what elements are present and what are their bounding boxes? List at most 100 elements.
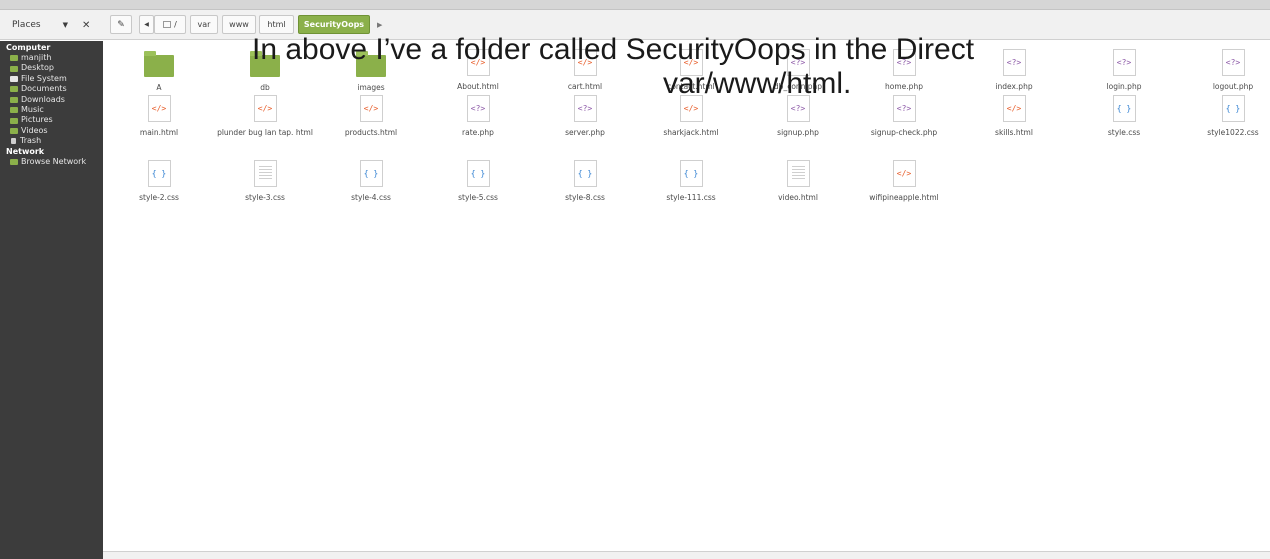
file-item[interactable]: { } style.css	[1069, 95, 1179, 137]
folder-item[interactable]: A	[104, 49, 214, 92]
file-name: style-8.css	[565, 193, 605, 202]
sidebar-item-manjith[interactable]: manjith	[0, 53, 103, 63]
file-type-glyph: <?>	[1006, 58, 1022, 67]
file-item[interactable]: { } style-8.css	[530, 160, 640, 202]
folder-icon	[10, 65, 18, 72]
sidebar-heading-network: Network	[6, 146, 45, 156]
file-name: index.php	[995, 82, 1033, 91]
file-type-glyph: { }	[1225, 104, 1241, 113]
drive-icon	[10, 75, 18, 82]
file-name: login.php	[1106, 82, 1142, 91]
breadcrumb-securityoops[interactable]: SecurityOops	[298, 15, 370, 34]
file-name: style.css	[1107, 128, 1141, 137]
sidebar-item-label: Documents	[21, 84, 67, 94]
file-type-glyph: </>	[257, 104, 273, 113]
sidebar-item-desktop[interactable]: Desktop	[0, 63, 103, 73]
file-type-glyph: { }	[1116, 104, 1132, 113]
php-file-icon: <?>	[573, 95, 597, 122]
file-item[interactable]: { } style-111.css	[636, 160, 746, 202]
file-item[interactable]: </> plunder bug lan tap. html	[210, 95, 320, 137]
sidebar-item-trash[interactable]: Trash	[0, 136, 103, 146]
file-name: home.php	[885, 82, 923, 91]
file-item[interactable]: </> skills.html	[959, 95, 1069, 137]
file-item[interactable]: style-3.css	[210, 160, 320, 202]
file-item[interactable]: <?> index.php	[959, 49, 1069, 91]
folder-icon	[10, 86, 18, 93]
file-item[interactable]: video.html	[743, 160, 853, 202]
file-name: main.html	[139, 128, 179, 137]
breadcrumb-label: SecurityOops	[303, 20, 365, 29]
sidebar-item-pictures[interactable]: Pictures	[0, 115, 103, 125]
sidebar-item-file-system[interactable]: File System	[0, 74, 103, 84]
html-file-icon: </>	[1002, 95, 1026, 122]
file-name: cart.html	[567, 82, 603, 91]
file-type-glyph: </>	[151, 104, 167, 113]
file-name: A	[156, 83, 162, 92]
file-name: style-3.css	[245, 193, 285, 202]
file-item[interactable]: <?> login.php	[1069, 49, 1179, 91]
sidebar: Computer manjith Desktop File System Doc…	[0, 41, 103, 559]
drive-icon	[163, 21, 172, 28]
file-item[interactable]: <?> logout.php	[1178, 49, 1270, 91]
document-icon	[253, 160, 277, 187]
file-name: signup.php	[777, 128, 819, 137]
file-type-glyph: </>	[1006, 104, 1022, 113]
breadcrumb-root[interactable]: /	[154, 15, 186, 34]
file-type-glyph: </>	[896, 169, 912, 178]
sidebar-item-downloads[interactable]: Downloads	[0, 95, 103, 105]
file-name: video.html	[778, 193, 818, 202]
file-type-glyph: { }	[470, 169, 486, 178]
sidebar-item-label: Browse Network	[21, 156, 87, 166]
chevron-right-icon[interactable]: ▶	[377, 15, 382, 34]
file-grid: Adb images </> About.html </> cart.html </> con…	[103, 41, 1270, 551]
folder-icon	[10, 55, 18, 62]
file-item[interactable]: </> main.html	[104, 95, 214, 137]
file-item[interactable]: </> sharkjack.html	[636, 95, 746, 137]
file-type-glyph: { }	[683, 169, 699, 178]
file-name: style-2.css	[139, 193, 179, 202]
sidebar-heading-computer: Computer	[6, 43, 51, 52]
css-file-icon: { }	[679, 160, 703, 187]
chevron-down-icon[interactable]: ▼	[63, 21, 68, 29]
sidebar-item-browse-network[interactable]: Browse Network	[0, 157, 103, 167]
edit-location-button[interactable]: ✎	[110, 15, 132, 34]
file-item[interactable]: <?> server.php	[530, 95, 640, 137]
back-button[interactable]: ◀	[139, 15, 154, 34]
file-name: signup-check.php	[870, 128, 938, 137]
sidebar-item-label: Videos	[21, 125, 48, 135]
file-type-glyph: <?>	[1116, 58, 1132, 67]
file-type-glyph: </>	[683, 104, 699, 113]
file-item[interactable]: </> wifipineapple.html	[849, 160, 959, 202]
file-name: About.html	[457, 82, 499, 91]
file-type-glyph: <?>	[790, 104, 806, 113]
caption-line-1: In above I’ve a folder called SecurityOo…	[252, 33, 975, 66]
file-item[interactable]: <?> signup-check.php	[849, 95, 959, 137]
close-icon[interactable]: ✕	[82, 20, 90, 31]
file-item[interactable]: { } style-4.css	[316, 160, 426, 202]
file-name: style-5.css	[458, 193, 498, 202]
breadcrumb-var[interactable]: var	[190, 15, 218, 34]
breadcrumb-label: www	[229, 20, 249, 29]
places-label: Places	[12, 20, 41, 30]
css-file-icon: { }	[147, 160, 171, 187]
file-name: style-111.css	[666, 193, 716, 202]
file-item[interactable]: { } style-5.css	[423, 160, 533, 202]
file-item[interactable]: { } style1022.css	[1178, 95, 1270, 137]
chevron-left-icon: ◀	[144, 21, 149, 28]
folder-icon	[10, 107, 18, 114]
sidebar-item-label: Trash	[20, 136, 42, 146]
file-item[interactable]: { } style-2.css	[104, 160, 214, 202]
file-name: sharkjack.html	[663, 128, 719, 137]
sidebar-item-documents[interactable]: Documents	[0, 84, 103, 94]
breadcrumb-html[interactable]: html	[259, 15, 294, 34]
sidebar-item-music[interactable]: Music	[0, 105, 103, 115]
breadcrumb-www[interactable]: www	[222, 15, 256, 34]
folder-icon	[144, 51, 174, 77]
file-item[interactable]: <?> signup.php	[743, 95, 853, 137]
sidebar-item-videos[interactable]: Videos	[0, 126, 103, 136]
file-item[interactable]: </> products.html	[316, 95, 426, 137]
sidebar-item-label: Downloads	[21, 94, 65, 104]
folder-icon	[10, 96, 18, 103]
file-item[interactable]: <?> rate.php	[423, 95, 533, 137]
sidebar-item-label: Music	[21, 104, 44, 114]
